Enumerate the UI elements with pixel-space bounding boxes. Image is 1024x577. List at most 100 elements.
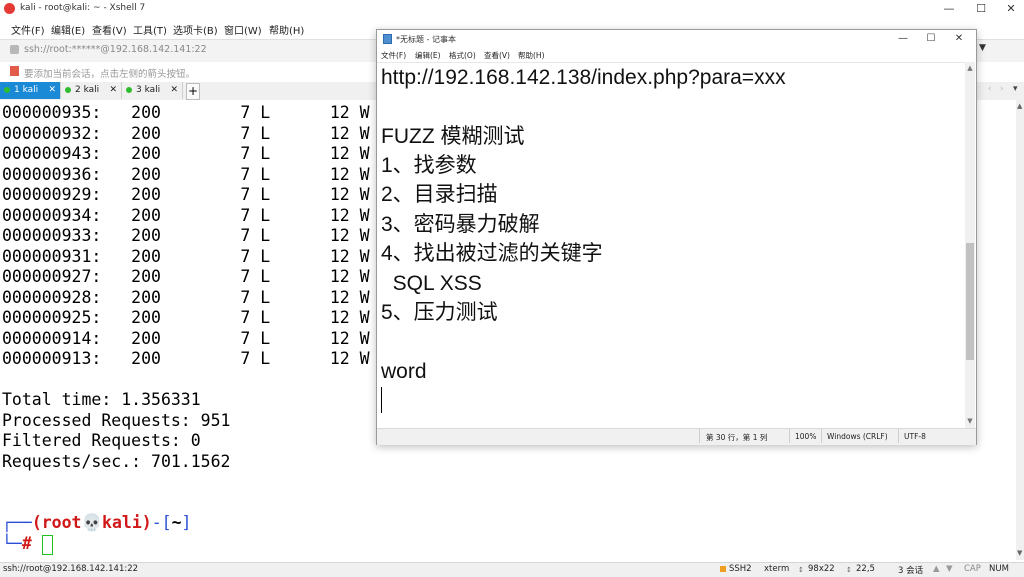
window-title: kali - root@kali: ~ - Xshell 7 — [20, 3, 146, 13]
status-connection: ssh://root@192.168.142.141:22 — [3, 564, 139, 574]
maximize-icon[interactable]: ☐ — [966, 0, 996, 18]
terminal-row: 000000933: 200 7 L 12 W — [2, 226, 370, 245]
notepad-maximize-icon[interactable]: ☐ — [917, 30, 945, 48]
status-term: xterm — [764, 564, 790, 574]
notepad-line: FUZZ 模糊测试 — [381, 125, 525, 148]
menu-tools[interactable]: 工具(T) — [133, 22, 167, 37]
notepad-menu-file[interactable]: 文件(F) — [381, 50, 406, 61]
terminal-row: 000000927: 200 7 L 12 W — [2, 267, 370, 286]
status-size: 98x22 — [808, 564, 835, 574]
notepad-menu-help[interactable]: 帮助(H) — [518, 50, 545, 61]
terminal-row: 000000928: 200 7 L 12 W — [2, 288, 370, 307]
scroll-down-icon[interactable]: ▼ — [1017, 549, 1022, 557]
tab-next-icon[interactable]: › — [1000, 84, 1004, 94]
address-input[interactable]: ssh://root:******@192.168.142.141:22 — [24, 44, 207, 55]
status-pos: 22,5 — [856, 564, 875, 574]
terminal-row: 000000913: 200 7 L 12 W — [2, 349, 370, 368]
notepad-window: *无标题 - 记事本 — ☐ ✕ 文件(F) 编辑(E) 格式(O) 查看(V)… — [376, 29, 977, 445]
menu-edit[interactable]: 编辑(E) — [51, 22, 85, 37]
status-dot-icon — [4, 86, 10, 93]
notepad-close-icon[interactable]: ✕ — [945, 30, 973, 48]
summary-processed: Processed Requests: 951 — [2, 411, 231, 430]
notepad-icon — [383, 34, 392, 44]
notepad-eol: Windows (CRLF) — [827, 432, 888, 441]
notepad-line: 2、目录扫描 — [381, 183, 498, 206]
add-tab-button[interactable]: + — [186, 83, 200, 100]
tab-menu-icon[interactable]: ▾ — [1013, 84, 1018, 94]
status-dot-icon — [126, 86, 132, 93]
bookmark-icon[interactable] — [10, 66, 19, 76]
summary-rps: Requests/sec.: 701.1562 — [2, 452, 231, 471]
notepad-menu-edit[interactable]: 编辑(E) — [415, 50, 441, 61]
notepad-line: http://192.168.142.138/index.php?para=xx… — [381, 66, 786, 89]
dropdown-arrow-icon[interactable]: ▼ — [979, 43, 986, 53]
notepad-scroll-down-icon[interactable]: ▼ — [966, 417, 974, 425]
status-divider — [699, 429, 700, 443]
menu-view[interactable]: 查看(V) — [92, 22, 127, 37]
tab-3[interactable]: 3 kali ✕ — [122, 82, 183, 99]
notepad-minimize-icon[interactable]: — — [889, 30, 917, 48]
prompt-corner-2: └─ — [2, 534, 22, 553]
notepad-encoding: UTF-8 — [904, 432, 926, 441]
tab-close-icon[interactable]: ✕ — [109, 82, 117, 99]
terminal-scrollbar[interactable] — [1016, 100, 1024, 560]
prompt-line-2: └─# — [2, 534, 53, 555]
terminal-row: 000000934: 200 7 L 12 W — [2, 206, 370, 225]
notepad-menu-view[interactable]: 查看(V) — [484, 50, 510, 61]
status-divider — [898, 429, 899, 443]
session-up-icon[interactable]: ▲ — [933, 564, 940, 574]
status-divider — [821, 429, 822, 443]
tab-label: 3 kali — [136, 85, 161, 95]
status-caps: CAP — [964, 564, 981, 574]
notepad-menu-format[interactable]: 格式(O) — [449, 50, 476, 61]
menu-tabs[interactable]: 选项卡(B) — [173, 22, 218, 37]
minimize-icon[interactable]: — — [934, 0, 964, 18]
menu-file[interactable]: 文件(F) — [11, 22, 45, 37]
terminal-row: 000000925: 200 7 L 12 W — [2, 308, 370, 327]
summary-filtered: Filtered Requests: 0 — [2, 431, 201, 450]
menu-help[interactable]: 帮助(H) — [269, 22, 304, 37]
notepad-line: word — [381, 360, 427, 383]
tab-1[interactable]: 1 kali ✕ — [0, 82, 61, 99]
close-icon[interactable]: ✕ — [996, 0, 1024, 18]
notepad-scroll-up-icon[interactable]: ▲ — [966, 64, 974, 72]
prompt-sep: -[ — [151, 513, 172, 532]
terminal-row: 000000935: 200 7 L 12 W — [2, 103, 370, 122]
status-dot-icon — [65, 86, 71, 93]
prompt-corner: ┌── — [2, 513, 32, 532]
notepad-title: *无标题 - 记事本 — [396, 35, 456, 44]
terminal-row: 000000929: 200 7 L 12 W — [2, 185, 370, 204]
notepad-scroll-thumb[interactable] — [966, 243, 974, 360]
terminal-row: 000000932: 200 7 L 12 W — [2, 124, 370, 143]
notepad-titlebar — [377, 30, 976, 48]
size-icon: ↕ — [798, 566, 804, 574]
tab-close-icon[interactable]: ✕ — [48, 82, 56, 99]
tab-label: 1 kali — [14, 85, 39, 95]
terminal-row: 000000914: 200 7 L 12 W — [2, 329, 370, 348]
terminal-cursor — [41, 534, 53, 555]
notepad-position: 第 30 行，第 1 列 — [706, 433, 768, 442]
prompt-dir: ~ — [171, 513, 182, 532]
xshell-titlebar — [0, 0, 1024, 19]
notepad-line: 3、密码暴力破解 — [381, 213, 540, 236]
status-sessions: 3 会话 — [898, 566, 924, 576]
notepad-line: 4、找出被过滤的关键字 — [381, 242, 603, 265]
notepad-line: SQL XSS — [381, 272, 482, 295]
xshell-app-icon — [4, 3, 15, 14]
notepad-line: 1、找参数 — [381, 154, 477, 177]
lock-icon — [10, 45, 19, 54]
menu-window[interactable]: 窗口(W) — [224, 22, 262, 37]
status-num: NUM — [989, 564, 1009, 574]
notepad-zoom: 100% — [795, 432, 817, 441]
summary-total-time: Total time: 1.356331 — [2, 390, 201, 409]
session-down-icon[interactable]: ▼ — [946, 564, 953, 574]
tab-prev-icon[interactable]: ‹ — [988, 84, 992, 94]
text-caret — [381, 387, 382, 413]
prompt-hash: # — [21, 534, 32, 553]
terminal-row: 000000943: 200 7 L 12 W — [2, 144, 370, 163]
terminal-row: 000000931: 200 7 L 12 W — [2, 247, 370, 266]
tab-close-icon[interactable]: ✕ — [170, 82, 178, 99]
tab-2[interactable]: 2 kali ✕ — [61, 82, 122, 99]
hint-text: 要添加当前会话，点击左侧的箭头按钮。 — [24, 69, 196, 80]
scroll-up-icon[interactable]: ▲ — [1017, 102, 1022, 110]
